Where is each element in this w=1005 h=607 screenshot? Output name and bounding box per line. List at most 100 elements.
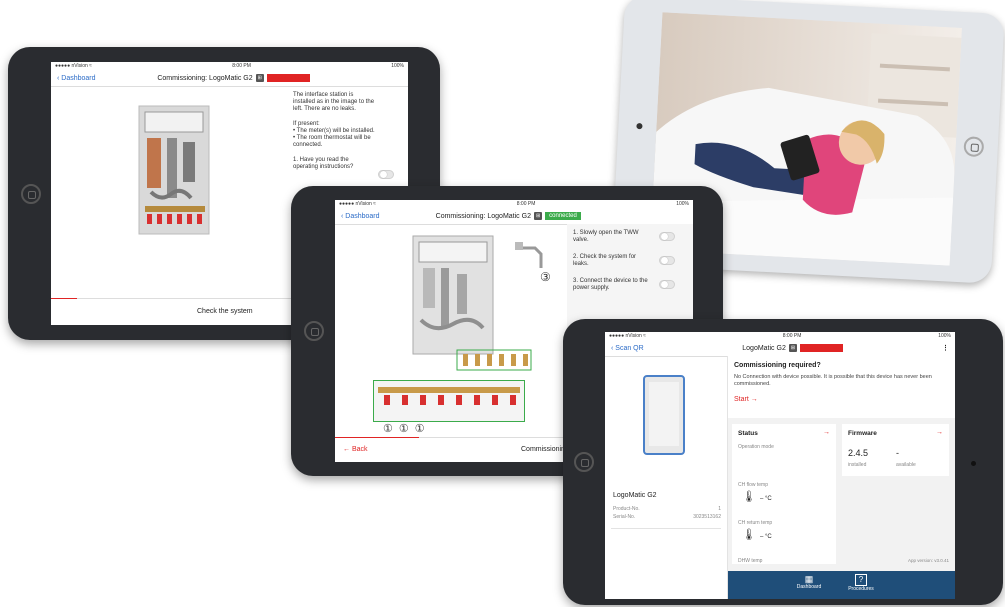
home-button[interactable]	[304, 321, 324, 341]
manifold-zoom-box	[373, 380, 525, 422]
step-1: 1. Slowly open the TWW valve.	[573, 230, 639, 243]
device-icon[interactable]: ⊞	[788, 344, 798, 352]
connection-badge: disconnected	[266, 74, 311, 82]
carrier-text: ●●●●● nVision ≈	[609, 333, 646, 339]
battery-text: 100%	[676, 201, 689, 207]
step-2: 2. Check the system for leaks.	[573, 254, 637, 267]
commissioning-body: No Connection with device possible. It i…	[734, 374, 932, 387]
step-2-toggle[interactable]	[659, 256, 675, 265]
callout-1b: ①	[398, 423, 415, 435]
ch-return-temp-value: – °C	[760, 534, 772, 540]
callout-3: ③	[540, 270, 551, 284]
more-menu-icon[interactable]: ⋮	[942, 344, 949, 352]
firmware-installed-label: installed	[848, 462, 867, 468]
firmware-available-value: -	[896, 448, 899, 458]
status-title: Status	[738, 430, 758, 437]
callouts-row: ①①①	[383, 422, 431, 435]
serial-no-label: Serial-No.	[613, 514, 636, 520]
back-button[interactable]: ‹ Dashboard	[57, 75, 96, 82]
device-panel: LogoMatic G2 Product-No. 1 Serial-No. 30…	[605, 356, 728, 599]
interface-station-image	[138, 105, 210, 235]
footer-title: Check the system	[197, 308, 253, 315]
photo-home-button	[963, 136, 985, 158]
firmware-available-label: available	[896, 462, 916, 468]
clock-text: 8:00 PM	[516, 201, 536, 207]
carrier-text: ●●●●● nVision ≈	[55, 63, 92, 69]
nav-bar: ‹ Scan QR LogoMatic G2 ⊞ disconnected ⋮	[605, 340, 955, 357]
back-button[interactable]: ‹ Dashboard	[341, 213, 380, 220]
instructions-panel: The interface station is installed as in…	[293, 92, 375, 171]
confirm-toggle[interactable]	[378, 170, 394, 179]
back-label: Dashboard	[345, 212, 380, 220]
app-version: App version: v3.0.41	[907, 558, 949, 563]
device-image	[643, 375, 685, 455]
if-present-label: If present:	[293, 121, 320, 127]
connection-badge: connected	[545, 212, 581, 220]
callout-1c: ①	[414, 423, 431, 435]
tab-bar: ▦ Dashboard ? Procedures	[728, 571, 955, 599]
start-button[interactable]: Start →	[734, 396, 758, 403]
procedures-icon: ?	[855, 574, 867, 586]
instruction-paragraph: The interface station is installed as in…	[293, 92, 375, 112]
status-bar: ●●●●● nVision ≈ 8:00 PM 100%	[605, 332, 955, 340]
main-content: Commissioning required? No Connection wi…	[728, 356, 955, 571]
progress-bar	[335, 437, 419, 438]
nav-title: Commissioning: LogoMatic G2 ⊞ disconnect…	[157, 74, 311, 82]
home-button[interactable]	[574, 452, 594, 472]
back-label: Scan QR	[615, 344, 644, 352]
device-icon[interactable]: ⊞	[255, 74, 264, 82]
page-title: LogoMatic G2	[742, 344, 786, 352]
product-no-value: 1	[718, 506, 721, 512]
firmware-arrow-icon[interactable]: →	[936, 429, 943, 436]
back-button[interactable]: ‹ Scan QR	[611, 345, 644, 352]
front-camera	[971, 461, 976, 466]
status-card[interactable]: Status → Operation mode CH flow temp 🌡 –…	[732, 424, 836, 564]
firmware-card[interactable]: Firmware → 2.4.5 installed - available	[842, 424, 949, 476]
step-1-toggle[interactable]	[659, 232, 675, 241]
clock-text: 8:00 PM	[232, 63, 251, 69]
nav-title: LogoMatic G2 ⊞ disconnected	[742, 344, 844, 352]
tab-dashboard-label: Dashboard	[796, 584, 822, 590]
back-label: Dashboard	[61, 74, 96, 82]
bullet-meters: • The meter(s) will be installed.	[293, 128, 375, 134]
dhw-temp-label: DHW temp	[738, 558, 763, 564]
step-3: 3. Connect the device to the power suppl…	[573, 278, 648, 291]
tab-dashboard[interactable]: ▦ Dashboard	[794, 574, 824, 590]
firmware-installed-value: 2.4.5	[848, 448, 869, 458]
home-button[interactable]	[21, 184, 41, 204]
step-3-toggle[interactable]	[659, 280, 675, 289]
battery-text: 100%	[391, 63, 404, 69]
back-footer-button[interactable]: ← Back	[343, 446, 368, 453]
page-title: Commissioning: LogoMatic G2	[435, 212, 531, 220]
firmware-title: Firmware	[848, 430, 877, 437]
ch-return-temp-label: CH return temp	[738, 520, 773, 526]
tab-procedures[interactable]: ? Procedures	[844, 574, 878, 592]
nav-bar: ‹ Dashboard Commissioning: LogoMatic G2 …	[51, 70, 408, 87]
question-operating-instructions: 1. Have you read the operating instructi…	[293, 157, 354, 170]
operation-mode-label: Operation mode	[738, 444, 774, 450]
thermometer-icon: 🌡	[742, 491, 756, 503]
device-name: LogoMatic G2	[613, 492, 657, 499]
connection-badge: disconnected	[800, 344, 844, 352]
tablet3-screen: ●●●●● nVision ≈ 8:00 PM 100% ‹ Scan QR L…	[605, 332, 955, 599]
callout-1a: ①	[383, 423, 399, 435]
tab-procedures-label: Procedures	[848, 586, 874, 592]
progress-bar	[51, 298, 77, 299]
commissioning-card: Commissioning required? No Connection wi…	[728, 356, 955, 418]
commissioning-title: Commissioning required?	[734, 362, 821, 369]
battery-text: 100%	[938, 333, 951, 339]
device-icon[interactable]: ⊞	[533, 212, 543, 220]
product-no-label: Product-No.	[613, 506, 640, 512]
front-camera	[636, 123, 643, 130]
page-title: Commissioning: LogoMatic G2	[157, 74, 253, 82]
dashboard-icon: ▦	[804, 574, 814, 584]
nav-title: Commissioning: LogoMatic G2 ⊞ connected	[436, 212, 581, 220]
bullet-thermostat: • The room thermostat will be connected.	[293, 135, 371, 148]
serial-no-value: 3023513162	[693, 514, 721, 520]
ch-flow-temp-label: CH flow temp	[738, 482, 769, 488]
ch-flow-temp-value: – °C	[760, 496, 772, 502]
status-arrow-icon[interactable]: →	[823, 429, 830, 436]
nav-bar: ‹ Dashboard Commissioning: LogoMatic G2 …	[335, 208, 693, 225]
divider	[611, 528, 721, 529]
manifold-valves	[378, 387, 520, 405]
